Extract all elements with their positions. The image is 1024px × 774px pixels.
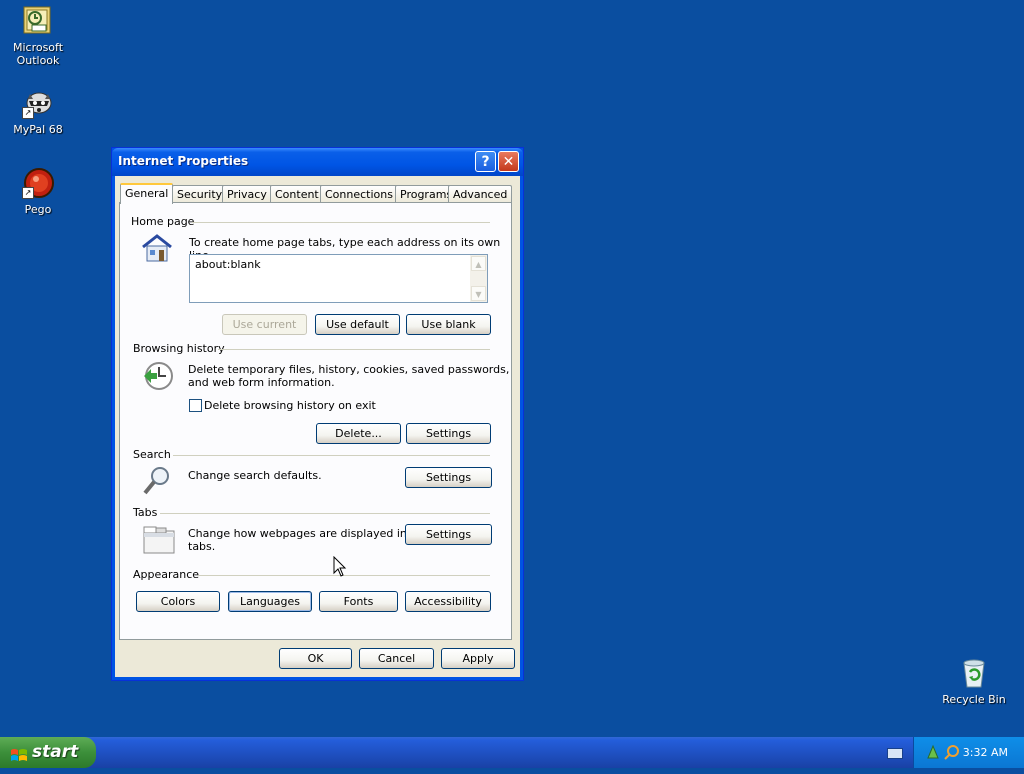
- tabs-description-line1: Change how webpages are displayed in: [188, 527, 407, 540]
- textarea-scrollbar[interactable]: ▲ ▼: [470, 255, 487, 302]
- desktop-icon-outlook[interactable]: Microsoft Outlook: [0, 5, 76, 67]
- raccoon-icon: ↗: [22, 87, 54, 119]
- home-icon: [140, 233, 174, 266]
- keyboard-icon[interactable]: [887, 748, 903, 759]
- divider: [160, 513, 490, 514]
- divider: [192, 222, 490, 223]
- history-settings-button[interactable]: Settings: [406, 423, 491, 444]
- close-button[interactable]: ✕: [498, 151, 519, 172]
- internet-properties-dialog: Internet Properties ? ✕ General Security…: [111, 147, 524, 681]
- tab-general[interactable]: General: [120, 183, 174, 204]
- scroll-down-icon[interactable]: ▼: [471, 286, 486, 301]
- tabs-settings-button[interactable]: Settings: [405, 524, 492, 545]
- shortcut-arrow-icon: ↗: [22, 107, 34, 119]
- appearance-group-label: Appearance: [133, 568, 200, 581]
- system-tray: 3:32 AM: [913, 737, 1024, 768]
- delete-history-button[interactable]: Delete...: [316, 423, 401, 444]
- desktop-icon-mypal[interactable]: ↗ MyPal 68: [0, 87, 76, 136]
- history-icon: [142, 360, 176, 395]
- browsing-history-description-line1: Delete temporary files, history, cookies…: [188, 363, 510, 376]
- search-description: Change search defaults.: [188, 469, 322, 482]
- clock[interactable]: 3:32 AM: [963, 746, 1008, 759]
- fonts-button[interactable]: Fonts: [319, 591, 398, 612]
- languages-button[interactable]: Languages: [228, 591, 312, 612]
- search-icon: [142, 465, 172, 500]
- home-page-value: about:blank: [195, 258, 261, 271]
- desktop-icon-recycle-bin[interactable]: Recycle Bin: [936, 657, 1012, 706]
- desktop-icon-pego[interactable]: ↗ Pego: [0, 167, 76, 216]
- accessibility-button[interactable]: Accessibility: [405, 591, 491, 612]
- scroll-up-icon[interactable]: ▲: [471, 256, 486, 271]
- pego-icon: ↗: [22, 167, 54, 199]
- ok-button[interactable]: OK: [279, 648, 352, 669]
- delete-on-exit-label[interactable]: Delete browsing history on exit: [204, 399, 376, 412]
- use-default-button[interactable]: Use default: [315, 314, 400, 335]
- colors-button[interactable]: Colors: [136, 591, 220, 612]
- desktop-icon-label: Microsoft: [12, 41, 64, 54]
- close-icon: ✕: [502, 154, 515, 170]
- start-button[interactable]: start: [0, 737, 96, 768]
- desktop-icon-label: Pego: [24, 203, 52, 216]
- help-icon: ?: [481, 154, 490, 170]
- dialog-client-area: General Security Privacy Content Connect…: [116, 176, 519, 676]
- tabs-group-label: Tabs: [133, 506, 158, 519]
- tab-content[interactable]: Content: [270, 185, 324, 203]
- delete-on-exit-checkbox[interactable]: [189, 399, 202, 412]
- tab-advanced[interactable]: Advanced: [448, 185, 513, 203]
- shortcut-arrow-icon: ↗: [22, 187, 34, 199]
- desktop-icon-label: Outlook: [16, 54, 60, 67]
- use-blank-button[interactable]: Use blank: [406, 314, 491, 335]
- browsing-history-group-label: Browsing history: [133, 342, 225, 355]
- start-label: start: [32, 742, 79, 762]
- home-page-group-label: Home page: [131, 215, 195, 228]
- search-settings-button[interactable]: Settings: [405, 467, 492, 488]
- tab-connections[interactable]: Connections: [320, 185, 398, 203]
- network-tray-icon[interactable]: [926, 744, 940, 763]
- desktop-icon-label: MyPal 68: [13, 123, 63, 136]
- desktop-icon-label: Recycle Bin: [942, 693, 1006, 706]
- recycle-bin-icon: [958, 657, 990, 689]
- tabs-icon: [142, 525, 176, 558]
- divider: [173, 455, 490, 456]
- title-bar[interactable]: Internet Properties ? ✕: [112, 148, 523, 176]
- tabs-description-line2: tabs.: [188, 540, 216, 553]
- tab-privacy[interactable]: Privacy: [222, 185, 272, 203]
- use-current-button[interactable]: Use current: [222, 314, 307, 335]
- cancel-button[interactable]: Cancel: [359, 648, 434, 669]
- home-page-textarea[interactable]: about:blank ▲ ▼: [189, 254, 488, 303]
- windows-flag-icon: [10, 744, 28, 761]
- dialog-title: Internet Properties: [118, 154, 249, 168]
- browsing-history-description-line2: and web form information.: [188, 376, 335, 389]
- search-tray-icon[interactable]: [944, 744, 960, 763]
- divider: [218, 349, 490, 350]
- help-button[interactable]: ?: [475, 151, 496, 172]
- apply-button[interactable]: Apply: [441, 648, 515, 669]
- taskbar: start 3:32 AM: [0, 737, 1024, 768]
- search-group-label: Search: [133, 448, 171, 461]
- tab-security[interactable]: Security: [172, 185, 228, 203]
- general-tab-panel: Home page To create home page tabs, type…: [119, 202, 512, 640]
- outlook-icon: [22, 5, 54, 37]
